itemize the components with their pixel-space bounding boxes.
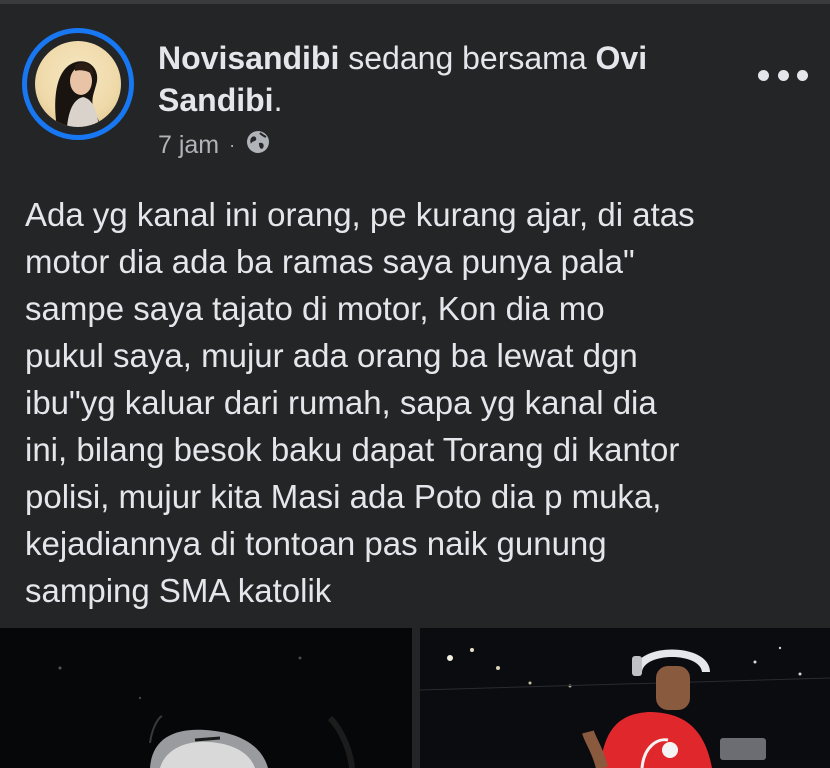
meta-separator: · [229,134,236,155]
post-photo-right[interactable] [420,628,830,768]
tagged-person-link-part2[interactable]: Sandibi [158,82,274,118]
post-text-line: ini, bilang besok baku dapat Torang di k… [25,431,680,468]
post-text-line: Ada yg kanal ini orang, pe kurang ajar, … [25,196,695,233]
author-name-link[interactable]: Novisandibi [158,40,339,76]
post-header-line-1: Novisandibi sedang bersama Ovi [158,38,647,78]
post-text-line: polisi, mujur kita Masi ada Poto dia p m… [25,478,662,515]
avatar[interactable] [35,41,121,127]
globe-icon [245,129,271,162]
post-meta: 7 jam · [158,129,271,161]
night-photo-right [420,628,830,768]
tagged-person-link-part1[interactable]: Ovi [596,40,648,76]
top-divider [0,0,830,4]
post-text-line: sampe saya tajato di motor, Kon dia mo [25,290,605,327]
post-timestamp[interactable]: 7 jam [158,131,219,160]
more-options-icon[interactable] [758,62,808,88]
post-text-line: motor dia ada ba ramas saya punya pala" [25,243,635,280]
post-header-line-2: Sandibi. [158,80,282,120]
night-photo-left [0,628,412,768]
with-connector-text: sedang bersama [339,40,596,76]
post-body: Ada yg kanal ini orang, pe kurang ajar, … [25,191,815,614]
post-text-line: ibu"yg kaluar dari rumah, sapa yg kanal … [25,384,657,421]
header-period: . [273,82,283,118]
avatar-photo [55,61,100,127]
post-photo-left[interactable] [0,628,412,768]
more-dot [758,69,769,81]
more-dot [777,69,789,81]
post-text-line: kejadiannya di tontoan pas naik gunung [25,525,607,562]
more-dot [797,69,808,81]
post-text-line: samping SMA katolik [25,572,332,609]
post-text-line: pukul saya, mujur ada orang ba lewat dgn [25,337,638,374]
